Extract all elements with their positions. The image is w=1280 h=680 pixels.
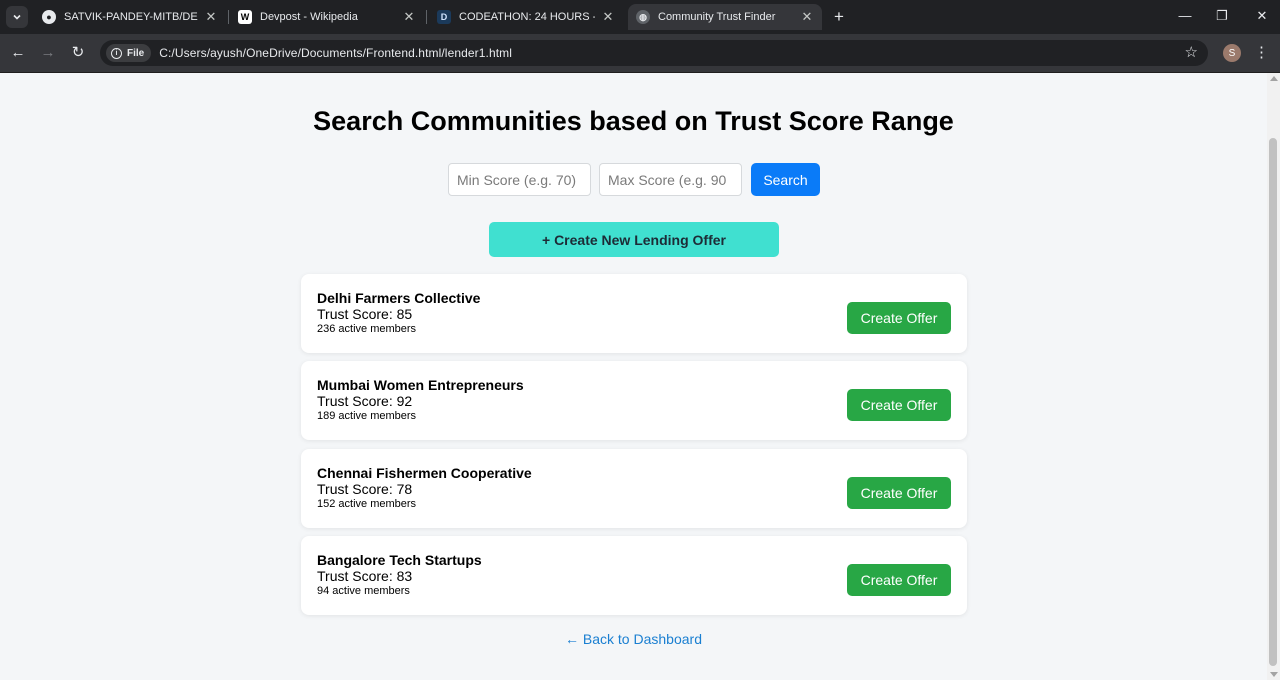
trust-score-label: Trust Score: [317,568,397,584]
tab-title: SATVIK-PANDEY-MITB/DECENTRALIZED [64,11,198,23]
tab-title: Community Trust Finder [658,11,776,23]
community-name: Delhi Farmers Collective [317,290,481,306]
back-to-dashboard-link[interactable]: ← Back to Dashboard [0,631,1267,647]
url-text[interactable]: C:/Users/ayush/OneDrive/Documents/Fronte… [159,46,512,60]
scroll-thumb[interactable] [1269,138,1277,666]
community-name: Chennai Fishermen Cooperative [317,465,532,481]
member-count: 94 active members [317,585,410,597]
github-icon: ● [42,10,56,24]
community-name: Bangalore Tech Startups [317,552,482,568]
trust-score-label: Trust Score: [317,306,397,322]
tab-title: Devpost - Wikipedia [260,11,358,23]
trust-score-value: 83 [396,568,413,584]
close-icon[interactable]: ✕ [601,9,615,25]
browser-tab-strip: ● SATVIK-PANDEY-MITB/DECENTRALIZED ✕ W D… [0,0,1280,34]
address-bar[interactable]: i File C:/Users/ayush/OneDrive/Documents… [100,40,1208,66]
minimize-icon[interactable]: — [1170,6,1200,26]
community-card: Delhi Farmers Collective Trust Score: 85… [301,274,967,353]
avatar-initial: S [1228,47,1236,59]
member-count: 152 active members [317,498,417,510]
tab-title: CODEATHON: 24 HOURS - Devpost [459,11,595,23]
devpost-icon: D [437,10,451,24]
trust-score-value: 92 [396,393,413,409]
create-offer-button[interactable]: Create Offer [847,302,951,334]
tab-divider [228,10,229,24]
max-score-input[interactable] [599,163,742,196]
community-card: Mumbai Women Entrepreneurs Trust Score: … [301,361,967,440]
member-count: 236 active members [317,323,417,335]
window-close-icon[interactable]: ✕ [1247,6,1277,26]
globe-icon: ◍ [636,10,650,24]
wikipedia-icon: W [238,10,252,24]
more-menu-icon[interactable]: ⋮ [1254,43,1269,61]
trust-score-label: Trust Score: [317,393,397,409]
member-count: 189 active members [317,410,417,422]
page-content: Search Communities based on Trust Score … [0,73,1267,680]
new-tab-plus-icon[interactable]: + [830,7,848,27]
search-button[interactable]: Search [751,163,820,196]
close-icon[interactable]: ✕ [800,9,814,25]
create-offer-button[interactable]: Create Offer [847,477,951,509]
create-offer-button[interactable]: Create Offer [847,389,951,421]
close-icon[interactable]: ✕ [402,9,416,25]
forward-arrow-icon[interactable]: → [38,43,58,63]
close-icon[interactable]: ✕ [204,9,218,25]
create-offer-button[interactable]: Create Offer [847,564,951,596]
community-card: Chennai Fishermen Cooperative Trust Scor… [301,449,967,528]
profile-avatar[interactable]: S [1223,44,1241,62]
trust-score-value: 85 [396,306,413,322]
browser-toolbar: ← → ↻ i File C:/Users/ayush/OneDrive/Doc… [0,34,1280,73]
tab-devpost[interactable]: D CODEATHON: 24 HOURS - Devpost ✕ [429,4,623,30]
restore-icon[interactable]: ❐ [1207,6,1237,26]
community-name: Mumbai Women Entrepreneurs [317,377,524,393]
reload-icon[interactable]: ↻ [68,43,88,63]
create-new-lending-offer-button[interactable]: + Create New Lending Offer [489,222,779,257]
tab-wikipedia[interactable]: W Devpost - Wikipedia ✕ [230,4,424,30]
chevron-down-icon [13,14,21,20]
community-card: Bangalore Tech Startups Trust Score: 83 … [301,536,967,615]
trust-score-label: Trust Score: [317,481,397,497]
min-score-input[interactable] [448,163,591,196]
scroll-up-arrow-icon[interactable] [1270,76,1278,81]
trust-score: Trust Score: 78 [317,481,412,497]
tab-github[interactable]: ● SATVIK-PANDEY-MITB/DECENTRALIZED ✕ [34,4,226,30]
back-arrow-icon[interactable]: ← [8,43,28,63]
page-scrollbar[interactable] [1267,73,1280,680]
scroll-down-arrow-icon[interactable] [1270,672,1278,677]
page-info-chip[interactable]: i File [106,44,152,62]
bookmark-star-icon[interactable]: ☆ [1185,43,1198,61]
tab-divider [426,10,427,24]
scheme-label: File [127,47,145,59]
trust-score-value: 78 [396,481,413,497]
trust-score: Trust Score: 85 [317,306,412,322]
page-title: Search Communities based on Trust Score … [313,106,954,136]
search-form: Search [448,163,820,196]
tab-community-trust-finder[interactable]: ◍ Community Trust Finder ✕ [628,4,822,30]
trust-score: Trust Score: 83 [317,568,412,584]
tab-search-button[interactable] [6,6,28,28]
trust-score: Trust Score: 92 [317,393,412,409]
info-icon: i [111,47,122,59]
